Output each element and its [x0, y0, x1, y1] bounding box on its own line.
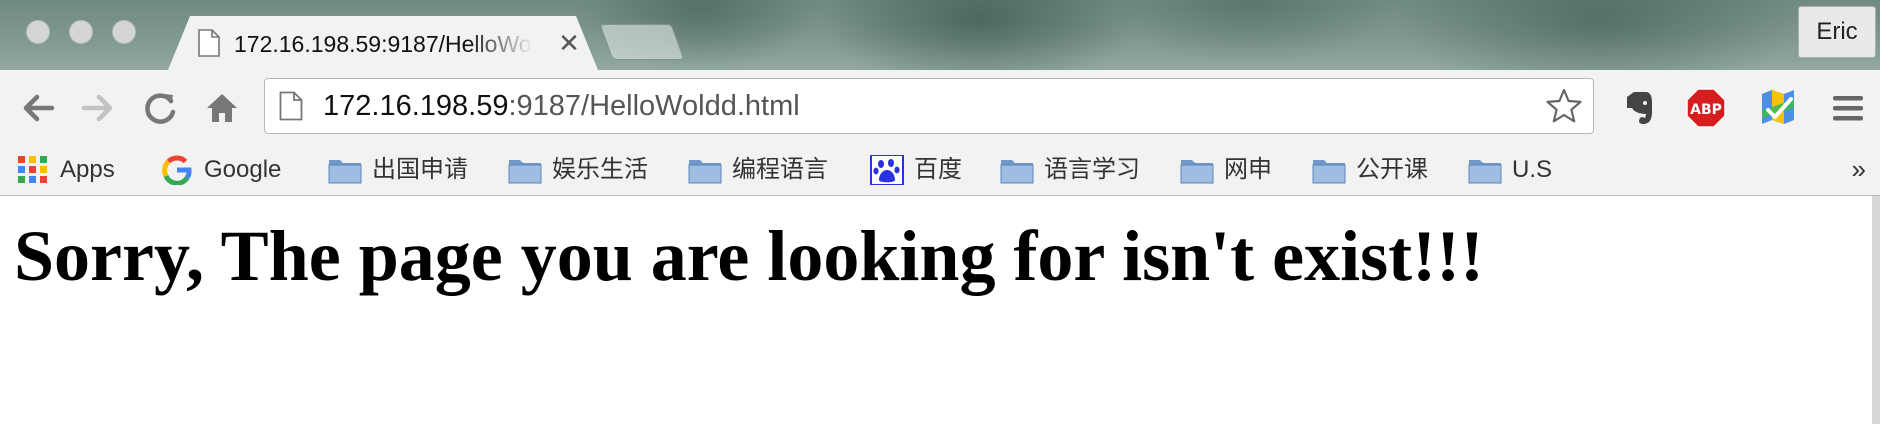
- bookmark-label: U.S: [1512, 156, 1553, 183]
- home-icon[interactable]: [202, 88, 242, 128]
- zoom-window-button[interactable]: [112, 20, 136, 44]
- browser-window: 172.16.198.59:9187/HelloWoldd.html ✕ Eri…: [0, 0, 1880, 424]
- apps-grid-icon: [18, 156, 47, 183]
- page-title: Sorry, The page you are looking for isn'…: [14, 216, 1485, 296]
- folder-icon: [328, 160, 362, 184]
- address-bar[interactable]: 172.16.198.59:9187/HelloWoldd.html: [264, 78, 1594, 134]
- hamburger-menu-icon[interactable]: [1828, 88, 1868, 128]
- bookmark-baidu[interactable]: 百度: [870, 152, 962, 188]
- bookmarks-overflow-button[interactable]: »: [1852, 154, 1866, 184]
- evernote-icon[interactable]: [1618, 88, 1658, 128]
- bookmark-folder[interactable]: 编程语言: [688, 152, 828, 188]
- page-icon: [198, 29, 220, 57]
- bookmark-folder[interactable]: 网申: [1180, 152, 1272, 188]
- bookmark-folder[interactable]: 公开课: [1312, 152, 1428, 188]
- folder-icon: [1468, 160, 1502, 184]
- toolbar: 172.16.198.59:9187/HelloWoldd.html ABP: [0, 70, 1880, 146]
- bookmark-label: 公开课: [1356, 156, 1428, 183]
- minimize-window-button[interactable]: [69, 20, 93, 44]
- tab-strip: 172.16.198.59:9187/HelloWoldd.html ✕ Eri…: [0, 0, 1880, 70]
- bookmark-folder[interactable]: 出国申请: [328, 152, 468, 188]
- url-host: 172.16.198.59: [323, 90, 509, 122]
- bookmark-label: 百度: [914, 156, 962, 183]
- close-window-button[interactable]: [26, 20, 50, 44]
- adblock-plus-icon[interactable]: ABP: [1686, 88, 1726, 128]
- bookmark-star-icon[interactable]: [1545, 87, 1583, 125]
- bookmarks-bar: Apps Google 出国申请 娱乐生活 编程语言 百度 语言学习 网申 公开…: [0, 146, 1880, 196]
- tab-title: 172.16.198.59:9187/HelloWoldd.html: [234, 31, 532, 57]
- folder-icon: [1180, 160, 1214, 184]
- folder-icon: [688, 160, 722, 184]
- bookmark-apps[interactable]: Apps: [16, 152, 115, 188]
- bookmark-label: 网申: [1224, 156, 1272, 183]
- close-tab-icon[interactable]: ✕: [555, 29, 583, 57]
- bookmark-folder[interactable]: 娱乐生活: [508, 152, 648, 188]
- back-arrow-icon[interactable]: [18, 88, 58, 128]
- bookmark-label: 语言学习: [1044, 156, 1140, 183]
- bookmark-google[interactable]: Google: [160, 152, 281, 188]
- url-text: 172.16.198.59:9187/HelloWoldd.html: [323, 89, 800, 123]
- profile-button[interactable]: Eric: [1798, 6, 1876, 58]
- bookmark-label: Apps: [60, 156, 115, 183]
- scrollbar-track[interactable]: [1872, 196, 1880, 424]
- google-icon: [162, 155, 192, 185]
- url-path: :9187/HelloWoldd.html: [508, 90, 800, 122]
- new-tab-button[interactable]: [599, 24, 685, 60]
- bookmark-label: 出国申请: [372, 156, 468, 183]
- reload-icon[interactable]: [140, 88, 180, 128]
- bookmark-folder[interactable]: U.S: [1468, 152, 1552, 188]
- bookmark-label: 娱乐生活: [552, 156, 648, 183]
- folder-icon: [1312, 160, 1346, 184]
- folder-icon: [1000, 160, 1034, 184]
- svg-text:ABP: ABP: [1690, 102, 1722, 118]
- page-content: Sorry, The page you are looking for isn'…: [0, 196, 1872, 424]
- folder-icon: [508, 160, 542, 184]
- bookmark-folder[interactable]: 语言学习: [1000, 152, 1140, 188]
- page-icon: [279, 91, 303, 121]
- tab-active[interactable]: 172.16.198.59:9187/HelloWoldd.html ✕: [168, 16, 598, 70]
- google-maps-extension-icon[interactable]: [1758, 88, 1798, 128]
- bookmark-label: Google: [204, 156, 282, 183]
- bookmark-label: 编程语言: [732, 156, 828, 183]
- baidu-paw-icon: [870, 155, 904, 185]
- forward-arrow-icon[interactable]: [78, 88, 118, 128]
